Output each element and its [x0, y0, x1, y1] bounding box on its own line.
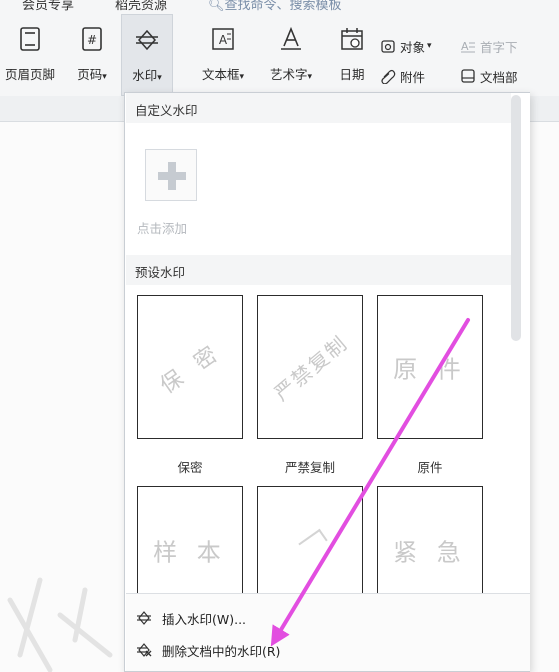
chevron-down-icon: ▾: [239, 72, 245, 82]
preset-name-no-copy: 严禁复制: [284, 460, 335, 475]
watermark-preview-marks: [298, 528, 328, 556]
preset-watermark-sample[interactable]: 样 本: [137, 486, 243, 598]
search-placeholder: 查找命令、搜索模板: [224, 0, 342, 13]
object-button[interactable]: 对象 ▾: [380, 36, 432, 56]
dropdown-scroll-thumb[interactable]: [511, 95, 521, 341]
doc-parts-label: 文档部: [480, 69, 518, 85]
textbox-icon: A: [210, 26, 236, 52]
preset-name-original: 原件: [417, 460, 443, 475]
wordart-label: 艺术字▾: [269, 67, 313, 82]
watermark-menu-actions: 插入水印(W)... 删除文档中的水印(R): [126, 594, 530, 671]
insert-watermark-icon: [137, 611, 151, 625]
watermark-preview-text: 保 密: [156, 339, 227, 400]
search-icon: 🔍︎: [208, 0, 225, 13]
watermark-preview-text: 紧 急: [393, 538, 467, 566]
paperclip-icon: [381, 69, 396, 84]
date-label: 日期: [339, 67, 365, 82]
calendar-icon: [339, 26, 365, 52]
textbox-label: 文本框▾: [201, 67, 245, 82]
preset-watermark-confidential[interactable]: 保 密: [137, 295, 243, 439]
drop-cap-icon: A: [461, 40, 475, 53]
object-icon: [381, 40, 395, 53]
command-search[interactable]: 🔍︎查找命令、搜索模板: [208, 0, 342, 13]
watermark-icon: [134, 27, 160, 53]
header-footer-label: 页眉页脚: [4, 67, 55, 82]
page-number-icon: #: [79, 26, 105, 52]
tab-docer-resources[interactable]: 稻壳资源: [115, 0, 167, 13]
doc-parts-icon: [461, 69, 475, 83]
top-tab-strip: 会员专享 稻壳资源 🔍︎查找命令、搜索模板: [0, 0, 559, 14]
page-number-label: 页码▾: [77, 67, 107, 82]
add-custom-watermark-tile[interactable]: [145, 149, 197, 201]
svg-text:#: #: [87, 33, 97, 47]
watermark-label: 水印▾: [132, 68, 162, 83]
custom-watermark-title: 自定义水印: [135, 103, 198, 118]
preset-watermark-title: 预设水印: [135, 265, 186, 280]
attachment-label: 附件: [400, 69, 426, 85]
preset-watermark-no-copy[interactable]: 严禁复制: [257, 295, 363, 439]
drop-cap-label: 首字下: [480, 39, 518, 55]
doc-parts-button[interactable]: 文档部: [460, 66, 518, 86]
watermark-button[interactable]: 水印▾: [121, 14, 173, 96]
chevron-down-icon: ▾: [307, 72, 313, 82]
watermark-dropdown: 自定义水印 点击添加 预设水印 保 密 严禁复制 原 件 保密 严禁复制 原件 …: [124, 92, 530, 672]
insert-ribbon: 页眉页脚 # 页码▾ 水印▾ A 文本框▾ 艺术字▾ 日期 对象 ▾ 附件 A …: [0, 14, 559, 96]
chevron-down-icon: ▾: [102, 72, 107, 82]
svg-text:A: A: [461, 40, 469, 53]
preset-watermark-original[interactable]: 原 件: [377, 295, 483, 439]
preset-watermark-partial[interactable]: [257, 486, 363, 598]
object-label: 对象: [400, 39, 426, 55]
textbox-button[interactable]: A 文本框▾: [190, 14, 256, 96]
drop-cap-button[interactable]: A 首字下: [460, 36, 518, 56]
preset-name-confidential: 保密: [177, 460, 203, 475]
insert-watermark-label: 插入水印(W)...: [162, 611, 247, 627]
wordart-icon: [278, 26, 304, 52]
watermark-preview-text: 严禁复制: [269, 330, 353, 406]
attachment-button[interactable]: 附件: [380, 66, 425, 86]
watermark-preview-text: 样 本: [153, 538, 227, 566]
svg-text:A: A: [219, 33, 228, 47]
header-footer-icon: [17, 26, 43, 52]
remove-watermark-menu-item[interactable]: 删除文档中的水印(R): [126, 636, 530, 664]
remove-watermark-icon: [137, 643, 152, 657]
preset-watermark-urgent[interactable]: 紧 急: [377, 486, 483, 598]
watermark-preview-text: 原 件: [393, 355, 467, 384]
chevron-down-icon: ▾: [157, 73, 162, 83]
insert-watermark-menu-item[interactable]: 插入水印(W)...: [126, 604, 530, 632]
chevron-down-icon: ▾: [427, 41, 432, 51]
wordart-button[interactable]: 艺术字▾: [258, 14, 324, 96]
page-number-button[interactable]: # 页码▾: [64, 14, 120, 96]
add-custom-watermark-label: 点击添加: [137, 221, 188, 236]
header-footer-button[interactable]: 页眉页脚: [0, 14, 60, 96]
remove-watermark-label: 删除文档中的水印(R): [162, 643, 281, 659]
date-button[interactable]: 日期: [332, 14, 372, 96]
tab-member-exclusive[interactable]: 会员专享: [22, 0, 74, 13]
plus-icon-stem: [168, 162, 176, 190]
